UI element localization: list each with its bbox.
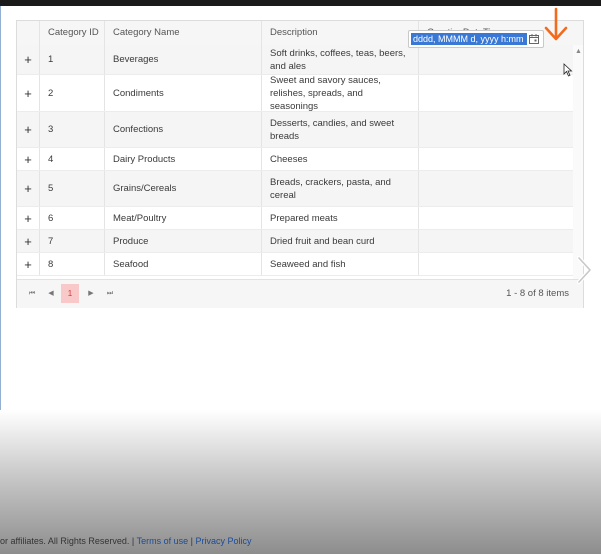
expand-icon[interactable]: +: [17, 253, 39, 275]
cell-creation-date-time[interactable]: [418, 75, 573, 111]
table-row[interactable]: +6 Meat/Poultry Prepared meats: [17, 207, 573, 230]
cell-category-id: 1: [39, 45, 104, 74]
cell-category-id: 6: [39, 207, 104, 229]
top-bar: [0, 0, 601, 6]
cell-category-name: Seafood: [104, 253, 261, 275]
privacy-policy-link[interactable]: Privacy Policy: [195, 536, 251, 546]
cell-category-id: 4: [39, 148, 104, 170]
footer-copyright: or affiliates. All Rights Reserved. |: [0, 536, 137, 546]
expand-icon[interactable]: +: [17, 207, 39, 229]
pager-info: 1 - 8 of 8 items: [506, 288, 569, 299]
table-row[interactable]: +2 Condiments Sweet and savory sauces, rel…: [17, 75, 573, 112]
cell-category-name: Beverages: [104, 45, 261, 74]
cell-category-name: Meat/Poultry: [104, 207, 261, 229]
cell-creation-date-time[interactable]: [418, 112, 573, 147]
footer: or affiliates. All Rights Reserved. | Te…: [0, 536, 251, 546]
cell-description: Dried fruit and bean curd: [261, 230, 418, 252]
prev-page-button[interactable]: ◀: [44, 286, 58, 302]
datetime-editor[interactable]: [408, 30, 544, 48]
table-row[interactable]: +8 Seafood Seaweed and fish: [17, 253, 573, 276]
cell-description: Prepared meats: [261, 207, 418, 229]
header-category-id[interactable]: Category ID: [39, 21, 104, 45]
annotation-arrow-icon: [544, 7, 568, 41]
cell-category-id: 2: [39, 75, 104, 111]
terms-of-use-link[interactable]: Terms of use: [137, 536, 189, 546]
first-page-button[interactable]: ⏮: [25, 286, 39, 302]
table-row[interactable]: +3 Confections Desserts, candies, and swee…: [17, 112, 573, 148]
expand-icon[interactable]: +: [17, 230, 39, 252]
cell-category-name: Grains/Cereals: [104, 171, 261, 206]
cell-category-id: 7: [39, 230, 104, 252]
last-page-button[interactable]: ⏭: [103, 286, 117, 302]
cell-creation-date-time[interactable]: [418, 171, 573, 206]
cell-category-name: Confections: [104, 112, 261, 147]
cell-description: Cheeses: [261, 148, 418, 170]
cell-category-name: Produce: [104, 230, 261, 252]
cell-description: Sweet and savory sauces, relishes, sprea…: [261, 75, 418, 112]
grid-body: +1 Beverages Soft drinks, coffees, teas, b…: [17, 45, 573, 276]
mouse-cursor-icon: [563, 63, 573, 77]
cell-creation-date-time[interactable]: [418, 45, 573, 74]
calendar-icon[interactable]: [529, 34, 539, 44]
expand-icon[interactable]: +: [17, 148, 39, 170]
grid-pager: ⏮ ◀ 1 ▶ ⏭ 1 - 8 of 8 items: [17, 279, 583, 308]
datetime-input[interactable]: [411, 33, 527, 45]
chevron-right-icon[interactable]: [575, 255, 595, 285]
cell-creation-date-time[interactable]: [418, 148, 573, 170]
next-page-button[interactable]: ▶: [84, 286, 98, 302]
bottom-fade-overlay: [0, 410, 601, 554]
page-1-button[interactable]: 1: [61, 284, 79, 303]
expand-icon[interactable]: +: [17, 45, 39, 74]
cell-category-name: Condiments: [104, 75, 261, 111]
cell-description: Soft drinks, coffees, teas, beers, and a…: [261, 45, 418, 74]
expand-icon[interactable]: +: [17, 171, 39, 206]
cell-creation-date-time[interactable]: [418, 253, 573, 275]
cell-category-id: 5: [39, 171, 104, 206]
cell-description: Desserts, candies, and sweet breads: [261, 112, 418, 147]
vertical-scrollbar[interactable]: ▲: [573, 45, 583, 279]
cell-creation-date-time[interactable]: [418, 230, 573, 252]
table-row[interactable]: +7 Produce Dried fruit and bean curd: [17, 230, 573, 253]
table-row[interactable]: +5 Grains/Cereals Breads, crackers, pasta,…: [17, 171, 573, 207]
table-row[interactable]: +1 Beverages Soft drinks, coffees, teas, b…: [17, 45, 573, 75]
scroll-up-icon[interactable]: ▲: [575, 48, 582, 55]
cell-category-id: 3: [39, 112, 104, 147]
expand-icon[interactable]: +: [17, 75, 39, 111]
cell-description: Breads, crackers, pasta, and cereal: [261, 171, 418, 206]
table-row[interactable]: +4 Dairy Products Cheeses: [17, 148, 573, 171]
expand-icon[interactable]: +: [17, 112, 39, 147]
cell-creation-date-time[interactable]: [418, 207, 573, 229]
header-expand: [17, 21, 39, 45]
cell-description: Seaweed and fish: [261, 253, 418, 275]
cell-category-name: Dairy Products: [104, 148, 261, 170]
cell-category-id: 8: [39, 253, 104, 275]
categories-grid: Category ID Category Name Description Cr…: [16, 20, 584, 308]
header-description[interactable]: Description: [261, 21, 418, 45]
header-category-name[interactable]: Category Name: [104, 21, 261, 45]
